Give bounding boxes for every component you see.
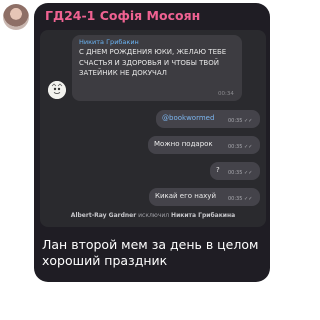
- outgoing-message-text: Кикай его нахуй: [155, 192, 217, 200]
- message-caption: Лан второй мем за день в целом хороший п…: [42, 237, 259, 268]
- message-time: 00:35 ✓✓: [228, 118, 253, 124]
- incoming-message-time: 00:34: [218, 91, 234, 97]
- outgoing-message-text: Можно подарок: [154, 140, 213, 148]
- system-action: исключил: [138, 212, 170, 219]
- sender-name[interactable]: ГД24-1 Софія Мосоян: [45, 8, 200, 23]
- read-check-icon: ✓✓: [244, 144, 253, 150]
- read-check-icon: ✓✓: [244, 118, 253, 124]
- system-target: Никита Грибакина: [171, 212, 236, 219]
- read-check-icon: ✓✓: [244, 170, 253, 176]
- chat-avatar-icon: [48, 81, 66, 99]
- read-check-icon: ✓✓: [244, 196, 253, 202]
- incoming-sender-name: Никита Грибакин: [79, 38, 139, 46]
- system-notice: Albert-Ray Gardner исключил Никита Гриба…: [40, 212, 266, 219]
- message-time: 00:35 ✓✓: [228, 144, 253, 150]
- sender-avatar[interactable]: [3, 4, 29, 30]
- message-time: 00:35 ✓✓: [228, 170, 253, 176]
- system-actor: Albert-Ray Gardner: [70, 212, 137, 219]
- outgoing-message-text: ?: [216, 166, 220, 174]
- mention-link: @bookwormed: [162, 114, 215, 122]
- message-time: 00:35 ✓✓: [228, 196, 253, 202]
- incoming-message-text: С ДНЕМ РОЖДЕНИЯ ЮКИ, ЖЕЛАЮ ТЕБЕ СЧАСТЬЯ …: [79, 48, 227, 77]
